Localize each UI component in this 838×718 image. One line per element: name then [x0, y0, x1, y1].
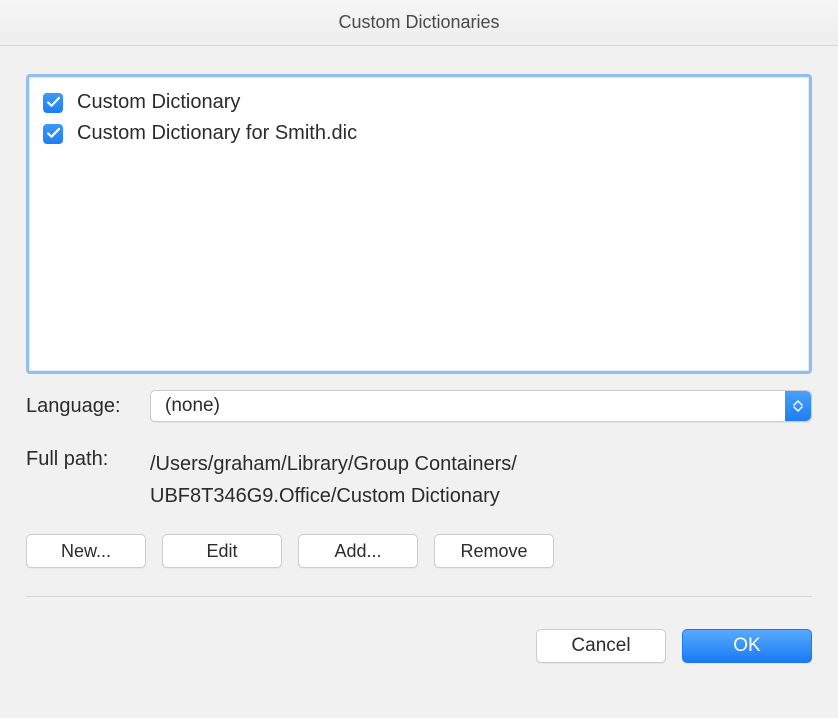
remove-button[interactable]: Remove — [434, 534, 554, 568]
window-title: Custom Dictionaries — [338, 12, 499, 33]
dialog-content: Custom Dictionary Custom Dictionary for … — [0, 46, 838, 607]
checkbox-icon[interactable] — [43, 93, 63, 113]
dictionary-item-label: Custom Dictionary — [77, 91, 240, 114]
select-stepper-icon — [785, 391, 811, 421]
full-path-row: Full path: /Users/graham/Library/Group C… — [26, 448, 812, 512]
full-path-value: /Users/graham/Library/Group Containers/ … — [150, 448, 517, 512]
language-row: Language: (none) — [26, 390, 812, 422]
full-path-label: Full path: — [26, 448, 150, 471]
full-path-line: UBF8T346G9.Office/Custom Dictionary — [150, 480, 517, 512]
action-button-row: New... Edit Add... Remove — [26, 534, 812, 568]
language-select[interactable]: (none) — [150, 390, 812, 422]
new-button[interactable]: New... — [26, 534, 146, 568]
divider — [26, 596, 812, 597]
dictionary-list[interactable]: Custom Dictionary Custom Dictionary for … — [26, 74, 812, 374]
add-button[interactable]: Add... — [298, 534, 418, 568]
edit-button[interactable]: Edit — [162, 534, 282, 568]
dictionary-item[interactable]: Custom Dictionary for Smith.dic — [43, 118, 795, 149]
checkbox-icon[interactable] — [43, 124, 63, 144]
window-titlebar: Custom Dictionaries — [0, 0, 838, 46]
ok-button[interactable]: OK — [682, 629, 812, 663]
dictionary-item-label: Custom Dictionary for Smith.dic — [77, 122, 357, 145]
cancel-button[interactable]: Cancel — [536, 629, 666, 663]
language-value: (none) — [165, 395, 220, 417]
dictionary-item[interactable]: Custom Dictionary — [43, 87, 795, 118]
full-path-line: /Users/graham/Library/Group Containers/ — [150, 448, 517, 480]
language-label: Language: — [26, 395, 150, 418]
dialog-footer: Cancel OK — [0, 607, 838, 663]
